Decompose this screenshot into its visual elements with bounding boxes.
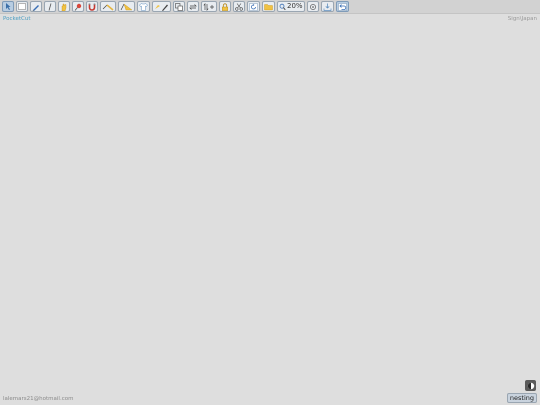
shirt-icon — [139, 2, 148, 11]
garment-tool-button[interactable] — [137, 1, 150, 12]
ruler-icon — [120, 2, 133, 10]
line-tool-button[interactable] — [44, 1, 56, 12]
pen-tool-button[interactable] — [152, 1, 171, 12]
ruler-tool-button[interactable] — [118, 1, 135, 12]
zoom-button[interactable]: 20% — [277, 1, 305, 12]
flip-tool-button[interactable] — [201, 1, 217, 12]
app-title: PocketCut — [3, 16, 31, 22]
cut-tool-button[interactable] — [233, 1, 245, 12]
magnet-tool-button[interactable] — [86, 1, 98, 12]
swap-icon — [189, 3, 197, 10]
swap-tool-button[interactable] — [187, 1, 199, 12]
lock-icon — [222, 2, 228, 11]
undo-button[interactable] — [335, 1, 349, 12]
zoom-icon — [279, 3, 286, 10]
select-tool-button[interactable] — [2, 1, 14, 12]
magnet-icon — [88, 3, 96, 11]
new-sheet-button[interactable] — [16, 1, 28, 12]
center-view-button[interactable] — [306, 1, 319, 12]
pin-icon — [74, 3, 82, 11]
new-sheet-icon — [18, 3, 26, 10]
user-link[interactable]: Sign\Japan — [508, 16, 537, 22]
hand-tool-button[interactable] — [58, 1, 70, 12]
undo-icon — [337, 2, 347, 11]
download-icon — [323, 3, 331, 11]
hand-icon — [61, 3, 67, 11]
main-toolbar: 20% — [0, 0, 540, 14]
copy-icon — [175, 2, 183, 11]
contrast-icon — [527, 382, 534, 389]
download-button[interactable] — [320, 1, 334, 12]
target-icon — [309, 3, 316, 10]
lock-tool-button[interactable] — [219, 1, 231, 12]
theme-toggle-button[interactable] — [525, 380, 536, 391]
pin-tool-button[interactable] — [72, 1, 84, 12]
rotate-icon — [249, 2, 258, 11]
select-icon — [6, 3, 11, 10]
folder-icon — [264, 3, 273, 10]
rotate-tool-button[interactable] — [247, 1, 260, 12]
open-folder-button[interactable] — [262, 1, 275, 12]
pencil-tool-button[interactable] — [30, 1, 42, 12]
measure-tool-button[interactable] — [100, 1, 116, 12]
footer-email: lalemars21@hotmail.com — [3, 396, 74, 402]
pencil-icon — [32, 4, 39, 11]
line-icon — [48, 2, 52, 11]
nesting-button[interactable]: nesting — [506, 393, 537, 403]
scissors-icon — [235, 2, 243, 11]
pen-tool-icon — [155, 4, 168, 11]
copy-tool-button[interactable] — [173, 1, 185, 12]
zoom-level-label: 20% — [287, 2, 303, 10]
flip-icon — [203, 2, 214, 11]
measure-icon — [102, 3, 114, 11]
